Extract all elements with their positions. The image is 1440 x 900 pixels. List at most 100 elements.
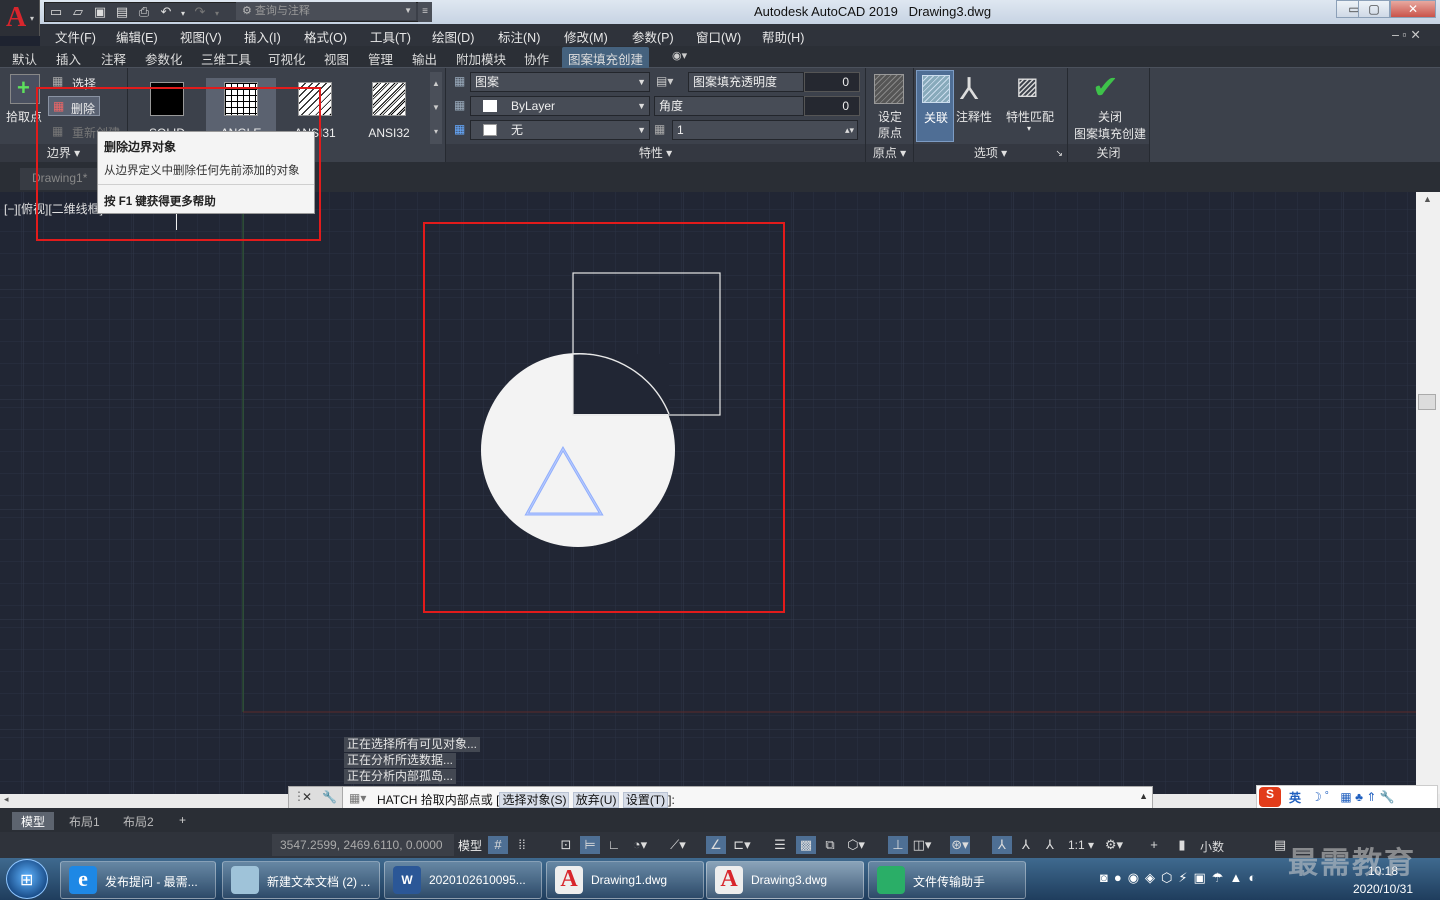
option-undo[interactable]: 放弃(U) [572, 792, 620, 808]
menu-parametric[interactable]: 参数(P) [632, 27, 674, 46]
qat-overflow-icon[interactable]: ≡ [418, 2, 432, 22]
tab-hatch-creation[interactable]: 图案填充创建 [562, 47, 650, 70]
background-color-dropdown[interactable]: 无 ▼ [470, 120, 650, 140]
cmd-recent-icon[interactable]: ▦▾ [349, 791, 366, 805]
menu-window[interactable]: 窗口(W) [696, 27, 741, 46]
autocad-logo-button[interactable]: A ▾ [0, 0, 40, 36]
tab-default[interactable]: 默认 [12, 49, 37, 68]
doc-window-controls[interactable]: ‒ ▫ ✕ [1392, 27, 1421, 42]
menu-help[interactable]: 帮助(H) [762, 27, 804, 46]
tab-insert[interactable]: 插入 [56, 49, 81, 68]
lineweight-icon[interactable]: ☰ [770, 836, 790, 854]
system-tray-icons[interactable]: ◙●◉◈⬡⚡▣☂▲◐ [1100, 870, 1262, 886]
dynamic-ucs-icon[interactable]: ⊥ [888, 836, 908, 854]
taskbar-item-drawing1[interactable]: A Drawing1.dwg [546, 861, 704, 899]
print-icon[interactable]: ⎙ [133, 3, 155, 21]
pattern-ansi32[interactable]: ANSI32 [354, 78, 424, 146]
tab-output[interactable]: 输出 [412, 49, 437, 68]
set-origin-icon[interactable] [874, 74, 904, 104]
taskbar-item-ie[interactable]: e 发布提问 - 最需... [60, 861, 216, 899]
tab-visualize[interactable]: 可视化 [268, 49, 306, 68]
select-icon[interactable]: ▦ [52, 74, 63, 88]
command-line[interactable]: ⋮ ✕ 🔧 ▦▾ HATCH 拾取内部点或 [选择对象(S) 放弃(U) 设置(… [288, 786, 1153, 810]
ime-tools-icon[interactable]: ☽ ゜ ▦ ♣ ⇑ 🔧 [1311, 788, 1395, 805]
hatch-type-dropdown[interactable]: 图案 ▼ [470, 72, 650, 92]
new-icon[interactable]: ▭ [45, 3, 67, 21]
model-space-button[interactable]: 模型 [458, 837, 482, 854]
grid-icon[interactable]: # [488, 836, 508, 854]
close-cmd-icon[interactable]: ✕ [302, 790, 312, 804]
option-select-objects[interactable]: 选择对象(S) [499, 792, 570, 808]
menu-draw[interactable]: 绘图(D) [432, 27, 474, 46]
menu-file[interactable]: 文件(F) [55, 27, 96, 46]
add-layout-icon[interactable]: + [170, 812, 195, 830]
layout-tab-model[interactable]: 模型 [12, 812, 55, 830]
menu-modify[interactable]: 修改(M) [564, 27, 608, 46]
gizmo-icon[interactable]: ⊛▾ [950, 836, 970, 854]
angle-input[interactable]: 0 [804, 96, 860, 116]
start-button[interactable]: ⊞ [6, 859, 48, 899]
annotative-button[interactable]: 注释性 [956, 108, 992, 125]
tab-3d-tools[interactable]: 三维工具 [201, 49, 251, 68]
layout-tab-2[interactable]: 布局2 [114, 812, 163, 830]
workspace-gear-icon[interactable]: ⚙▾ [1104, 836, 1124, 854]
auto-scale-icon[interactable]: ⅄ [1016, 836, 1036, 854]
transparency-status-icon[interactable]: ▩ [796, 836, 816, 854]
menu-dimension[interactable]: 标注(N) [498, 27, 540, 46]
ortho-icon[interactable]: ∟ [604, 836, 624, 854]
vertical-scroll-thumb[interactable] [1418, 394, 1436, 410]
menu-tools[interactable]: 工具(T) [370, 27, 411, 46]
taskbar-item-word[interactable]: W 2020102610095... [384, 861, 542, 899]
tab-addins[interactable]: 附加模块 [456, 49, 506, 68]
close-hatch-label[interactable]: 关闭 [1098, 108, 1122, 125]
tab-parametric[interactable]: 参数化 [145, 49, 183, 68]
origin-panel-label[interactable]: 原点 ▾ [866, 144, 913, 162]
object-snap-tracking-icon[interactable]: ∠ [706, 836, 726, 854]
add-icon[interactable]: + [1144, 836, 1164, 854]
set-origin-button[interactable]: 设定 [878, 108, 902, 125]
close-window-button[interactable]: ✕ [1390, 0, 1436, 18]
match-properties-button[interactable]: 特性匹配 [1006, 108, 1054, 125]
undo-icon[interactable]: ↶ [155, 3, 177, 21]
match-dropdown-icon[interactable]: ▾ [1027, 124, 1031, 133]
ime-toolbar[interactable]: S 英 ☽ ゜ ▦ ♣ ⇑ 🔧 [1256, 785, 1438, 809]
tab-view[interactable]: 视图 [324, 49, 349, 68]
associative-button[interactable]: 关联 [916, 70, 954, 142]
menu-view[interactable]: 视图(V) [180, 27, 222, 46]
annotation-scale-dropdown[interactable]: 1:1 ▾ [1068, 838, 1094, 852]
wrench-icon[interactable]: 🔧 [322, 790, 337, 804]
tab-annotate[interactable]: 注释 [101, 49, 126, 68]
maximize-button[interactable]: ▢ [1358, 0, 1390, 18]
tab-collaborate[interactable]: 协作 [524, 49, 549, 68]
taskbar-item-notepad[interactable]: 新建文本文档 (2) ... [222, 861, 380, 899]
scale-input[interactable]: 1 ▴▾ [672, 120, 858, 140]
properties-status-icon[interactable]: ▤ [1270, 836, 1290, 854]
transparency-input[interactable]: 0 [804, 72, 860, 92]
redo-icon[interactable]: ↷ [189, 3, 211, 21]
layout-tab-1[interactable]: 布局1 [60, 812, 109, 830]
coordinates-display[interactable]: 3547.2599, 2469.6110, 0.0000 [272, 834, 454, 856]
pattern-gallery-scroll[interactable]: ▲ ▼ ▾ [430, 72, 442, 144]
open-icon[interactable]: ▱ [67, 3, 89, 21]
menu-edit[interactable]: 编辑(E) [116, 27, 158, 46]
infer-constraints-icon[interactable]: ⊡ [556, 836, 576, 854]
hatch-color-dropdown[interactable]: ByLayer ▼ [470, 96, 650, 116]
close-hatch-creation-button[interactable]: 图案填充创建 [1074, 125, 1146, 142]
tab-manage[interactable]: 管理 [368, 49, 393, 68]
workspace-dropdown[interactable]: ⚙ 查询与注释 ▼ [236, 2, 416, 20]
snap-icon[interactable]: ⁞⁞ [512, 836, 532, 854]
save-icon[interactable]: ▣ [89, 3, 111, 21]
annotation-visibility-icon[interactable]: ⅄ [992, 836, 1012, 854]
options-panel-label[interactable]: 选项 ▾ ↘ [914, 144, 1067, 162]
save-as-icon[interactable]: ▤ [111, 3, 133, 21]
dynamic-input-icon[interactable]: ⊨ [580, 836, 600, 854]
menu-format[interactable]: 格式(O) [304, 27, 347, 46]
taskbar-item-wechat[interactable]: 文件传输助手 [868, 861, 1026, 899]
menu-insert[interactable]: 插入(I) [244, 27, 281, 46]
selection-cycling-icon[interactable]: ⧉ [820, 836, 840, 854]
properties-panel-label[interactable]: 特性 ▾ [446, 144, 865, 162]
taskbar-item-drawing3[interactable]: A Drawing3.dwg [706, 861, 864, 899]
vertical-scrollbar[interactable]: ▲ [1416, 192, 1440, 794]
3d-osnap-icon[interactable]: ⬡▾ [846, 836, 866, 854]
annotation-scale-icon[interactable]: ⅄ [1040, 836, 1060, 854]
